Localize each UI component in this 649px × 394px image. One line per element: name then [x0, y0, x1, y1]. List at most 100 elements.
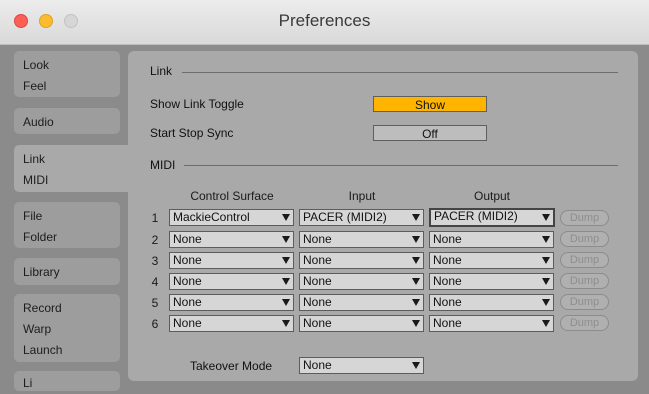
- select-value: None: [303, 232, 332, 246]
- dump-button[interactable]: Dump: [560, 210, 609, 226]
- select-value: None: [433, 232, 462, 246]
- midi-section-divider: [184, 165, 618, 166]
- tab-file-folder[interactable]: File Folder: [14, 202, 120, 248]
- tab-label: Library: [23, 265, 60, 279]
- dropdown-arrow-icon: [282, 236, 290, 243]
- dropdown-arrow-icon: [412, 257, 420, 264]
- dropdown-arrow-icon: [412, 362, 420, 369]
- select-value: None: [433, 274, 462, 288]
- dropdown-arrow-icon: [282, 257, 290, 264]
- link-section-divider: [182, 72, 618, 73]
- start-stop-sync-label: Start Stop Sync: [150, 126, 234, 140]
- select-value: None: [303, 358, 332, 372]
- dropdown-arrow-icon: [542, 214, 550, 221]
- tab-label: Launch: [23, 343, 63, 357]
- row-number: 4: [151, 275, 159, 289]
- output-select[interactable]: None: [429, 252, 554, 269]
- select-value: MackieControl: [173, 210, 250, 224]
- title-bar: Preferences: [0, 0, 649, 45]
- select-value: None: [433, 295, 462, 309]
- takeover-mode-label: Takeover Mode: [190, 359, 273, 373]
- dropdown-arrow-icon: [282, 278, 290, 285]
- dump-button[interactable]: Dump: [560, 231, 609, 247]
- tab-label: Look: [23, 58, 50, 72]
- select-value: PACER (MIDI2): [434, 209, 518, 223]
- tab-label: Record: [23, 301, 62, 315]
- select-value: PACER (MIDI2): [303, 210, 387, 224]
- row-number: 6: [151, 317, 159, 331]
- output-column-header: Output: [473, 189, 511, 203]
- control-surface-select[interactable]: MackieControl: [169, 209, 294, 226]
- control-surface-select[interactable]: None: [169, 315, 294, 332]
- tab-label: Li: [23, 376, 33, 390]
- dropdown-arrow-icon: [282, 320, 290, 327]
- input-select[interactable]: None: [299, 315, 424, 332]
- show-link-toggle-label: Show Link Toggle: [150, 97, 244, 111]
- dropdown-arrow-icon: [412, 278, 420, 285]
- control-surface-select[interactable]: None: [169, 273, 294, 290]
- input-select[interactable]: None: [299, 252, 424, 269]
- select-value: None: [433, 316, 462, 330]
- input-column-header: Input: [348, 189, 376, 203]
- input-select[interactable]: None: [299, 231, 424, 248]
- select-value: None: [173, 253, 202, 267]
- takeover-mode-select[interactable]: None: [299, 357, 424, 374]
- tab-audio[interactable]: Audio: [14, 108, 120, 134]
- select-value: None: [303, 316, 332, 330]
- select-value: None: [303, 295, 332, 309]
- link-section-heading: Link: [150, 64, 173, 78]
- dropdown-arrow-icon: [542, 299, 550, 306]
- tab-record-warp-launch[interactable]: Record Warp Launch: [14, 294, 120, 362]
- dropdown-arrow-icon: [412, 214, 420, 221]
- dump-button[interactable]: Dump: [560, 294, 609, 310]
- dropdown-arrow-icon: [282, 299, 290, 306]
- tab-label: File: [23, 209, 43, 223]
- tab-label: Folder: [23, 230, 58, 244]
- select-value: None: [173, 274, 202, 288]
- tab-label: Audio: [23, 115, 54, 129]
- window-title: Preferences: [278, 11, 371, 30]
- dump-button[interactable]: Dump: [560, 252, 609, 268]
- dropdown-arrow-icon: [542, 236, 550, 243]
- show-link-toggle-button[interactable]: Show: [373, 96, 487, 112]
- output-select[interactable]: PACER (MIDI2): [429, 208, 555, 227]
- tab-library[interactable]: Library: [14, 258, 120, 285]
- select-value: None: [173, 232, 202, 246]
- row-number: 5: [151, 296, 159, 310]
- select-value: None: [173, 295, 202, 309]
- start-stop-sync-button[interactable]: Off: [373, 125, 487, 141]
- output-select[interactable]: None: [429, 231, 554, 248]
- control-surface-select[interactable]: None: [169, 294, 294, 311]
- dropdown-arrow-icon: [542, 278, 550, 285]
- tab-label: MIDI: [23, 173, 49, 187]
- dropdown-arrow-icon: [412, 299, 420, 306]
- input-select[interactable]: PACER (MIDI2): [299, 209, 424, 226]
- control-surface-select[interactable]: None: [169, 231, 294, 248]
- output-select[interactable]: None: [429, 273, 554, 290]
- tab-link-midi[interactable]: Link MIDI: [14, 145, 134, 192]
- output-select[interactable]: None: [429, 294, 554, 311]
- output-select[interactable]: None: [429, 315, 554, 332]
- tab-look-feel[interactable]: Look Feel: [14, 51, 120, 97]
- select-value: None: [433, 253, 462, 267]
- dropdown-arrow-icon: [542, 257, 550, 264]
- tab-licenses[interactable]: Li: [14, 371, 120, 391]
- control-surface-column-header: Control Surface: [190, 189, 274, 203]
- tab-label: Feel: [23, 79, 47, 93]
- tab-label: Link: [23, 152, 46, 166]
- row-number: 1: [151, 211, 159, 225]
- row-number: 2: [151, 233, 159, 247]
- select-value: None: [303, 274, 332, 288]
- control-surface-select[interactable]: None: [169, 252, 294, 269]
- input-select[interactable]: None: [299, 273, 424, 290]
- dropdown-arrow-icon: [282, 214, 290, 221]
- dump-button[interactable]: Dump: [560, 273, 609, 289]
- input-select[interactable]: None: [299, 294, 424, 311]
- dump-button[interactable]: Dump: [560, 315, 609, 331]
- midi-section-heading: MIDI: [150, 158, 176, 172]
- select-value: None: [303, 253, 332, 267]
- row-number: 3: [151, 254, 159, 268]
- dropdown-arrow-icon: [412, 236, 420, 243]
- select-value: None: [173, 316, 202, 330]
- tab-label: Warp: [23, 322, 52, 336]
